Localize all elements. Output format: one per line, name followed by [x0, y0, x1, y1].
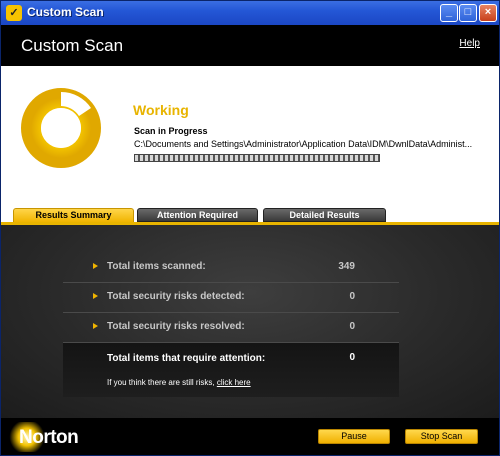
- scan-progress-bar: [134, 154, 380, 162]
- page-title: Custom Scan: [21, 36, 124, 55]
- footer-bar: Norton Pause Stop Scan: [1, 418, 499, 455]
- bullet-arrow-icon: [93, 263, 98, 269]
- minimize-button[interactable]: _: [440, 4, 458, 22]
- window-title: Custom Scan: [27, 5, 104, 19]
- tab-results-summary[interactable]: Results Summary: [13, 208, 134, 222]
- norton-app-icon: ✓: [6, 5, 22, 21]
- result-row-risks-resolved: Total security risks resolved: 0: [63, 313, 399, 343]
- tab-bar: Results Summary Attention Required Detai…: [1, 208, 499, 222]
- result-row-risks-detected: Total security risks detected: 0: [63, 283, 399, 313]
- tab-detailed-results[interactable]: Detailed Results: [263, 208, 386, 222]
- risk-note: If you think there are still risks, clic…: [107, 378, 251, 387]
- scan-progress-label: Scan in Progress: [134, 126, 208, 136]
- scan-status-area: Working Scan in Progress C:\Documents an…: [1, 66, 499, 208]
- result-row-items-scanned: Total items scanned: 349: [63, 253, 399, 283]
- maximize-button[interactable]: □: [459, 4, 477, 22]
- result-label: Total items scanned:: [107, 261, 206, 272]
- result-label: Total security risks detected:: [107, 291, 245, 302]
- help-link[interactable]: Help: [459, 38, 480, 49]
- pause-button[interactable]: Pause: [318, 429, 390, 444]
- result-value: 0: [349, 321, 355, 332]
- result-value: 349: [338, 261, 355, 272]
- attention-total-value: 0: [349, 352, 355, 363]
- risk-note-text: If you think there are still risks,: [107, 378, 215, 387]
- tab-attention-required[interactable]: Attention Required: [137, 208, 258, 222]
- norton-logo: Norton: [7, 422, 97, 452]
- scan-current-path: C:\Documents and Settings\Administrator\…: [134, 139, 473, 149]
- results-list: Total items scanned: 349 Total security …: [63, 253, 399, 343]
- result-label: Total security risks resolved:: [107, 321, 245, 332]
- click-here-link[interactable]: click here: [217, 378, 251, 387]
- status-title: Working: [133, 102, 189, 118]
- working-ring-icon: [21, 88, 101, 168]
- bullet-arrow-icon: [93, 293, 98, 299]
- close-button[interactable]: ×: [479, 4, 497, 22]
- title-bar[interactable]: ✓ Custom Scan _ □ ×: [1, 1, 499, 25]
- attention-total-label: Total items that require attention:: [107, 353, 266, 364]
- header-bar: Custom Scan Help: [1, 25, 499, 66]
- result-value: 0: [349, 291, 355, 302]
- app-window: ✓ Custom Scan _ □ × Custom Scan Help Wor…: [0, 0, 500, 456]
- results-summary-panel: Total items scanned: 349 Total security …: [1, 222, 499, 418]
- logo-wordmark: Norton: [19, 427, 79, 448]
- attention-total-box: Total items that require attention: 0 If…: [63, 343, 399, 397]
- bullet-arrow-icon: [93, 323, 98, 329]
- progress-fill: [135, 155, 379, 161]
- stop-scan-button[interactable]: Stop Scan: [405, 429, 478, 444]
